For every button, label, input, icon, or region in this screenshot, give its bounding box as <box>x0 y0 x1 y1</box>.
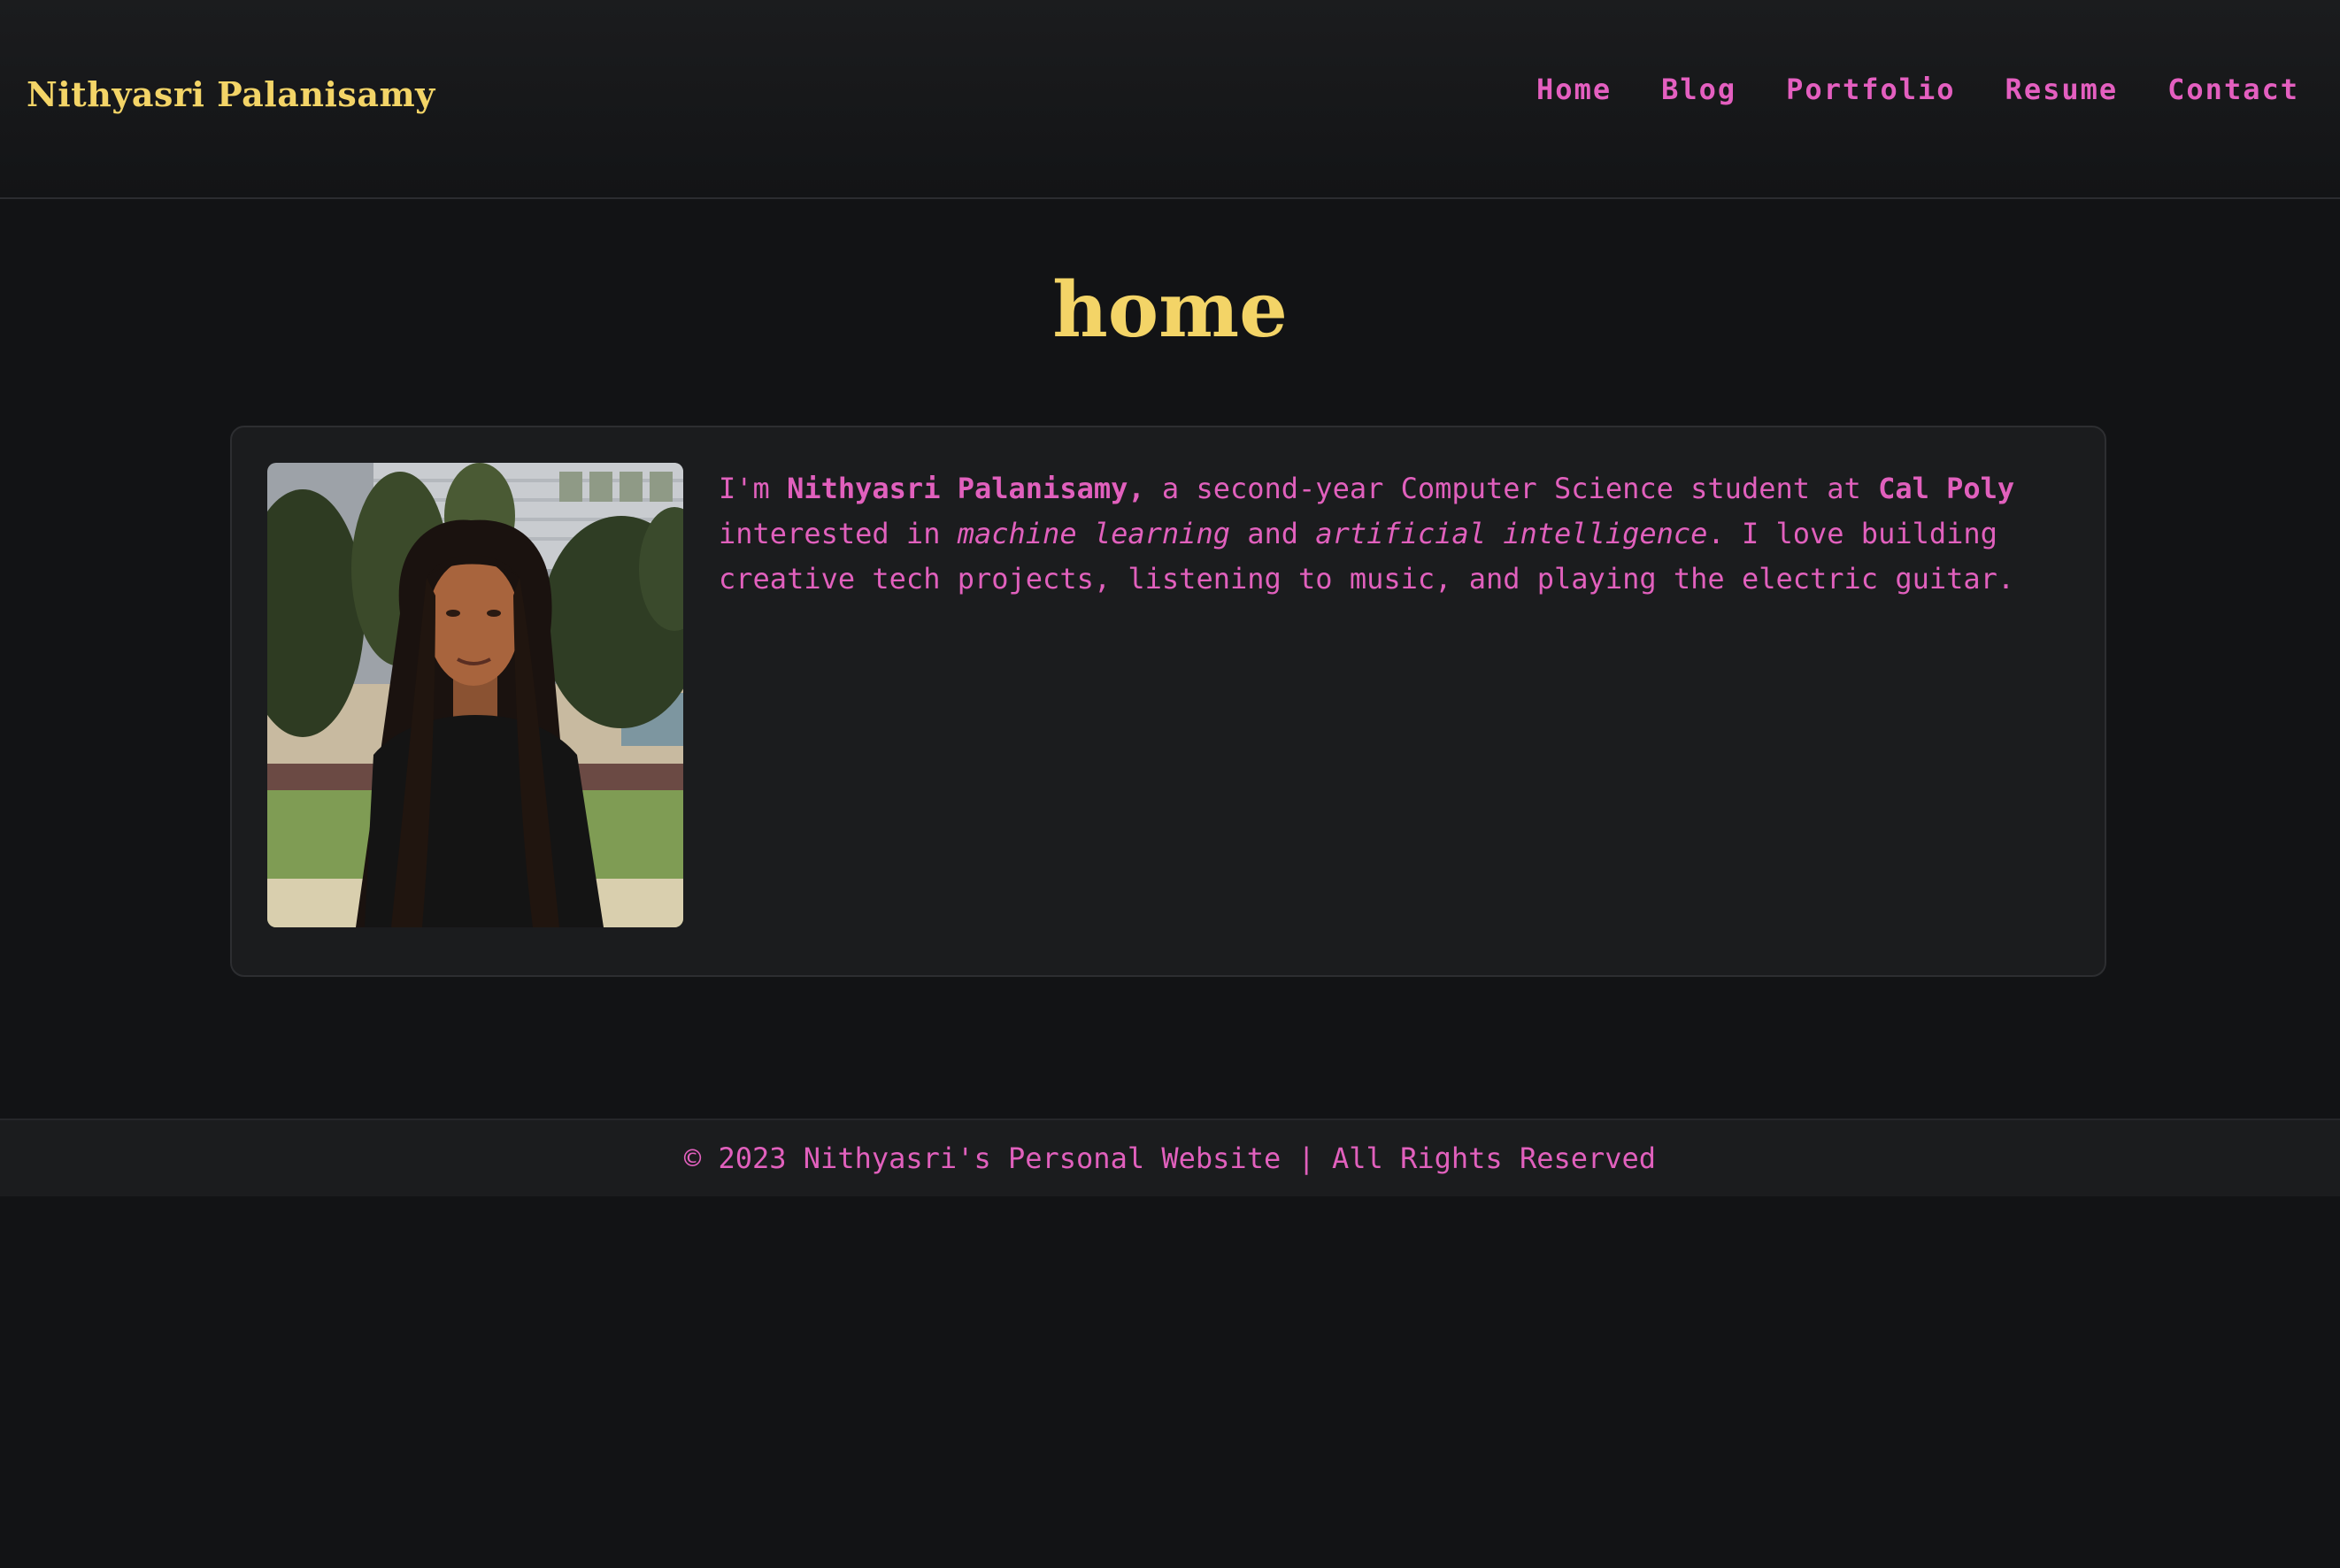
profile-photo <box>267 463 683 927</box>
intro-card: I'm Nithyasri Palanisamy, a second-year … <box>230 426 2106 977</box>
intro-text-2: a second-year Computer Science student a… <box>1144 472 1879 505</box>
intro-paragraph: I'm Nithyasri Palanisamy, a second-year … <box>719 466 2064 602</box>
nav-home-link[interactable]: Home <box>1536 73 1612 106</box>
intro-text-4: and <box>1229 517 1316 550</box>
intro-ml: machine learning <box>957 517 1230 550</box>
page-title: home <box>1052 265 1288 355</box>
site-title[interactable]: Nithyasri Palanisamy <box>27 74 435 114</box>
intro-text-3: interested in <box>719 517 958 550</box>
nav-contact-link[interactable]: Contact <box>2167 73 2299 106</box>
intro-name: Nithyasri Palanisamy, <box>787 472 1145 505</box>
intro-school: Cal Poly <box>1878 472 2015 505</box>
nav-portfolio-link[interactable]: Portfolio <box>1786 73 1955 106</box>
nav-blog-link[interactable]: Blog <box>1661 73 1736 106</box>
site-footer: © 2023 Nithyasri's Personal Website | Al… <box>0 1118 2340 1196</box>
nav-resume-link[interactable]: Resume <box>2005 73 2119 106</box>
site-header: Nithyasri Palanisamy Home Blog Portfolio… <box>0 0 2340 199</box>
main-nav: Home Blog Portfolio Resume Contact <box>1536 73 2299 106</box>
footer-text: © 2023 Nithyasri's Personal Website | Al… <box>683 1141 1657 1175</box>
intro-ai: artificial intelligence <box>1315 517 1708 550</box>
intro-text-1: I'm <box>719 472 788 505</box>
